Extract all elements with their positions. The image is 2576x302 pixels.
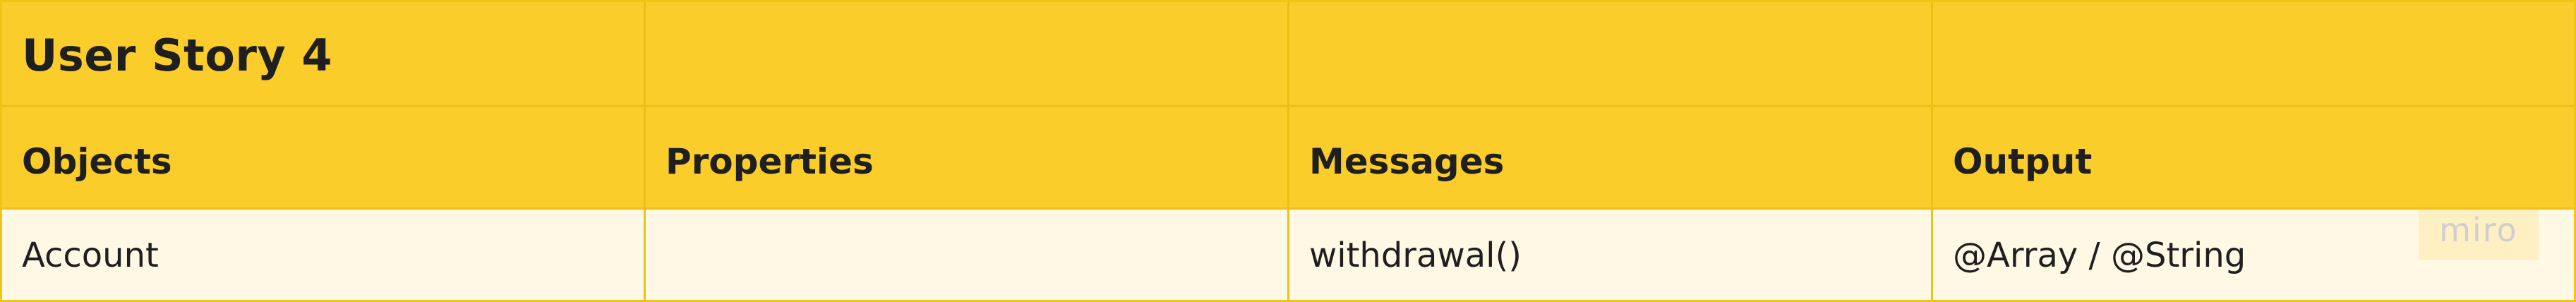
table-cell-messages[interactable]: withdrawal()	[1289, 210, 1933, 300]
story-title: User Story 4	[2, 2, 646, 107]
user-story-table: User Story 4 Objects Properties Messages…	[2, 2, 2574, 300]
column-header-objects: Objects	[2, 107, 646, 210]
miro-board-frame: User Story 4 Objects Properties Messages…	[0, 0, 2576, 302]
column-header-messages: Messages	[1289, 107, 1933, 210]
miro-watermark: miro	[2419, 200, 2539, 260]
column-header-properties: Properties	[646, 107, 1289, 210]
table-cell-objects[interactable]: Account	[2, 210, 646, 300]
column-header-output: Output	[1933, 107, 2574, 210]
title-empty-cell	[1289, 2, 1933, 107]
title-empty-cell	[646, 2, 1289, 107]
title-empty-cell	[1933, 2, 2574, 107]
table-cell-properties[interactable]	[646, 210, 1289, 300]
